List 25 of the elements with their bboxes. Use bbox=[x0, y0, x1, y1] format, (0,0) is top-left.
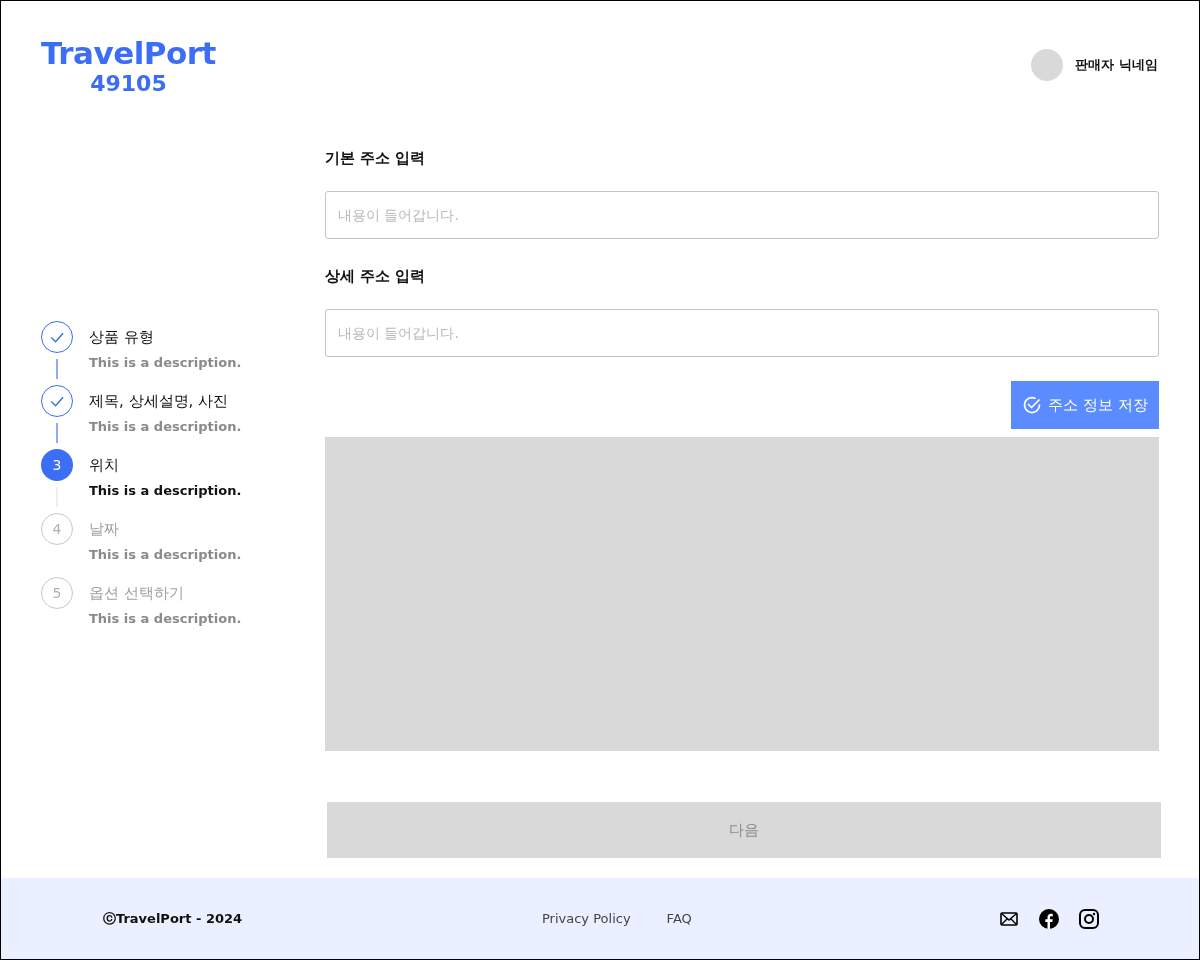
step-description: This is a description. bbox=[89, 610, 242, 628]
user-name[interactable]: 판매자 닉네임 bbox=[1075, 56, 1158, 74]
step-description: This is a description. bbox=[89, 482, 242, 500]
step-title[interactable]: 위치 bbox=[89, 449, 119, 481]
footer-link[interactable]: Privacy Policy bbox=[542, 911, 631, 926]
check-circle-icon bbox=[1022, 395, 1043, 415]
step-title[interactable]: 제목, 상세설명, 사진 bbox=[89, 385, 229, 417]
input-field[interactable]: 내용이 들어갑니다. bbox=[325, 309, 1159, 357]
save-button[interactable]: 주소 정보 저장 bbox=[1011, 381, 1159, 429]
instagram-icon[interactable] bbox=[1079, 908, 1099, 929]
copyright: ⓒTravelPort - 2024 bbox=[103, 909, 244, 928]
field-label: 기본 주소 입력 bbox=[325, 148, 426, 169]
logo[interactable]: TravelPort bbox=[41, 35, 216, 71]
footer-link[interactable]: FAQ bbox=[666, 911, 692, 926]
step-description: This is a description. bbox=[89, 354, 242, 372]
step-description: This is a description. bbox=[89, 546, 242, 564]
input-field[interactable]: 내용이 들어갑니다. bbox=[325, 191, 1159, 239]
facebook-icon[interactable] bbox=[1039, 908, 1059, 929]
logo-code: 49105 bbox=[90, 71, 167, 97]
step-title[interactable]: 상품 유형 bbox=[89, 321, 154, 353]
step-description: This is a description. bbox=[89, 418, 242, 436]
field-label: 상세 주소 입력 bbox=[325, 266, 426, 287]
step-title[interactable]: 날짜 bbox=[89, 513, 119, 545]
step-title[interactable]: 옵션 선택하기 bbox=[89, 577, 184, 609]
step-circle[interactable]: 3 bbox=[41, 449, 73, 481]
